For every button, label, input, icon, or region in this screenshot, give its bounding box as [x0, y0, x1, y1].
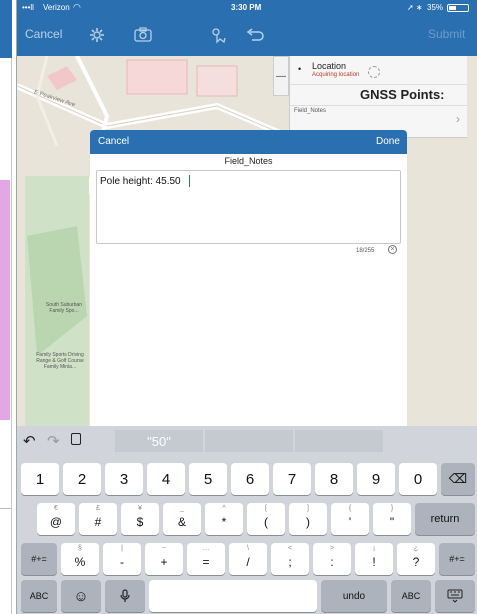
location-label: Location — [312, 61, 347, 71]
submit-button[interactable]: Submit — [428, 27, 465, 41]
kb-undo-icon[interactable]: ↶ — [23, 432, 36, 450]
key-apostrophe[interactable]: {' — [331, 503, 369, 535]
minus-icon: — — [276, 70, 286, 82]
suggestion-2[interactable] — [205, 430, 293, 452]
key-at[interactable]: € @ — [37, 503, 75, 535]
chevron-right-icon[interactable]: › — [456, 112, 460, 126]
key-quote[interactable]: } " — [373, 503, 411, 535]
collapse-panel-button[interactable]: — — [273, 56, 289, 96]
key-1[interactable]: 1 — [21, 463, 59, 495]
notes-value: Pole height: 45.50 — [100, 176, 181, 187]
on-screen-keyboard: ↶ ↷ "50" 1 2 3 4 5 6 7 8 9 0 ⌫ € @ £ # ¥ $ … — [17, 426, 477, 614]
key-equals[interactable]: … = — [187, 543, 225, 575]
shift-symbols-key-right[interactable]: #+= — [439, 543, 475, 575]
clock: 3:30 PM — [231, 3, 262, 12]
battery-percent: 35% — [427, 3, 444, 12]
key-9[interactable]: 9 — [357, 463, 395, 495]
key-asterisk[interactable]: ^ * — [205, 503, 243, 535]
editor-field-title: Field_Notes — [224, 156, 273, 166]
key-0[interactable]: 0 — [399, 463, 437, 495]
abc-key-right[interactable]: ABC — [391, 580, 431, 612]
undo-icon[interactable] — [245, 25, 265, 45]
map-poi-label: Family Sports Driving Range & Golf Cours… — [36, 352, 84, 370]
location-arrow-icon: ➚ ∗ — [407, 3, 423, 12]
key-semicolon[interactable]: <; — [271, 543, 309, 575]
key-question[interactable]: ¿? — [397, 543, 435, 575]
key-hash[interactable]: £ # — [79, 503, 117, 535]
notes-textarea[interactable]: Pole height: 45.50 — [96, 170, 401, 244]
key-close-paren[interactable]: ]) — [289, 503, 327, 535]
field-label: Field_Notes — [294, 108, 327, 114]
gnss-panel: • Location Acquiring location GNSS Point… — [289, 56, 468, 138]
space-bar[interactable] — [149, 580, 317, 612]
battery-icon — [447, 4, 469, 12]
editor-done-button[interactable]: Done — [376, 136, 400, 147]
app-screen: •••ll Verizon ◠ 3:30 PM ➚ ∗ 35% Cancel S… — [16, 0, 477, 614]
clear-icon[interactable]: × — [388, 245, 397, 254]
divider — [290, 84, 468, 85]
drag-icon[interactable] — [209, 25, 229, 45]
key-exclamation[interactable]: ¡! — [355, 543, 393, 575]
camera-icon[interactable] — [133, 25, 153, 45]
key-7[interactable]: 7 — [273, 463, 311, 495]
char-count: 18/255 — [356, 248, 375, 254]
top-toolbar: Cancel Submit — [17, 16, 477, 56]
editor-cancel-button[interactable]: Cancel — [98, 136, 129, 147]
divider — [290, 105, 468, 106]
text-cursor — [189, 175, 190, 187]
key-6[interactable]: 6 — [231, 463, 269, 495]
undo-key[interactable]: undo — [321, 580, 387, 612]
background-app-strip — [0, 0, 12, 614]
status-bar: •••ll Verizon ◠ 3:30 PM ➚ ∗ 35% — [17, 0, 477, 16]
editor-header: Cancel Done — [90, 130, 407, 154]
spinner-icon — [368, 66, 380, 78]
return-key[interactable]: return — [415, 503, 475, 535]
key-dollar[interactable]: ¥ $ — [121, 503, 159, 535]
key-3[interactable]: 3 — [105, 463, 143, 495]
background-map-area — [0, 180, 10, 420]
key-open-paren[interactable]: [( — [247, 503, 285, 535]
key-ampersand[interactable]: _ & — [163, 503, 201, 535]
background-toolbar — [0, 0, 12, 58]
key-5[interactable]: 5 — [189, 463, 227, 495]
signal-icon: •••ll — [22, 3, 34, 12]
carrier-label: Verizon — [43, 3, 70, 12]
emoji-icon[interactable]: ☺ — [61, 580, 101, 612]
divider — [0, 508, 12, 509]
map-poi-label: South Suburban Family Spo... — [45, 302, 83, 314]
mic-icon[interactable] — [105, 580, 145, 612]
bullet-icon: • — [298, 64, 302, 74]
key-plus[interactable]: ~ + — [145, 543, 183, 575]
paste-icon[interactable] — [71, 433, 81, 445]
gnss-title: GNSS Points: — [360, 87, 445, 102]
kb-redo-icon[interactable]: ↷ — [47, 432, 60, 450]
key-8[interactable]: 8 — [315, 463, 353, 495]
gear-icon[interactable] — [87, 25, 107, 45]
key-colon[interactable]: >: — [313, 543, 351, 575]
suggestion-1[interactable]: "50" — [115, 430, 203, 452]
key-slash[interactable]: \ / — [229, 543, 267, 575]
key-4[interactable]: 4 — [147, 463, 185, 495]
shift-symbols-key-left[interactable]: #+= — [21, 543, 57, 575]
key-minus[interactable]: | - — [103, 543, 141, 575]
key-2[interactable]: 2 — [63, 463, 101, 495]
wifi-icon: ◠ — [73, 2, 81, 12]
suggestion-bar: ↶ ↷ "50" — [17, 426, 477, 456]
keyboard-hide-icon[interactable] — [435, 580, 475, 612]
key-percent[interactable]: §% — [61, 543, 99, 575]
abc-key-left[interactable]: ABC — [21, 580, 57, 612]
field-notes-editor: Cancel Done Field_Notes Pole height: 45.… — [90, 130, 407, 430]
cancel-button[interactable]: Cancel — [25, 27, 62, 41]
backspace-icon[interactable]: ⌫ — [441, 463, 475, 495]
suggestion-3[interactable] — [295, 430, 383, 452]
location-status: Acquiring location — [312, 72, 360, 78]
